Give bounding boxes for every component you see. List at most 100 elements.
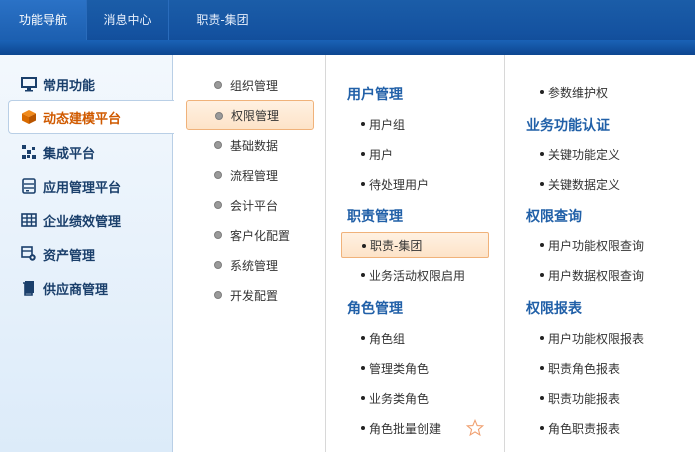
bullet-icon: [214, 81, 222, 89]
link-key-function-def[interactable]: 关键功能定义: [520, 141, 680, 167]
link-pending-user[interactable]: 待处理用户: [341, 171, 489, 197]
asset-icon: [21, 246, 37, 262]
bullet-icon: [362, 244, 366, 248]
link-label: 用户: [369, 147, 394, 162]
submenu-item-label: 基础数据: [230, 138, 279, 153]
link-label: 参数维护权: [548, 85, 609, 100]
bullet-icon: [361, 426, 365, 430]
link-label: 业务类角色: [369, 391, 430, 406]
sidebar-item-app-management[interactable]: 应用管理平台: [0, 169, 173, 203]
link-label: 用户数据权限查询: [548, 268, 645, 283]
submenu-item-label: 开发配置: [230, 288, 279, 303]
top-nav-bar: 功能导航 消息中心 职责-集团: [0, 0, 695, 55]
section-title-permission-report: 权限报表: [526, 301, 582, 317]
function-panel-left: 用户管理 用户组 用户 待处理用户 职责管理 职责-集团 业务活动权限启用 角色…: [327, 55, 505, 452]
link-user-function-permission-query[interactable]: 用户功能权限查询: [520, 232, 680, 258]
submenu-item-label: 流程管理: [230, 168, 279, 183]
submenu-item-accounting[interactable]: 会计平台: [186, 190, 314, 220]
bullet-icon: [540, 396, 544, 400]
sidebar: 常用功能 动态建模平台 集成平台 应用管理平台 企业绩效管理 资产管理 供应商管…: [0, 55, 174, 452]
bullet-icon: [361, 152, 365, 156]
link-label: 关键数据定义: [548, 177, 621, 192]
link-label: 角色组: [369, 331, 406, 346]
bullet-icon: [540, 366, 544, 370]
submenu-item-label: 会计平台: [230, 198, 279, 213]
submenu-item-permissions[interactable]: 权限管理: [186, 100, 314, 130]
link-parameter-maintenance[interactable]: 参数维护权: [520, 79, 680, 105]
function-panel-right: 参数维护权 业务功能认证 关键功能定义 关键数据定义 权限查询 用户功能权限查询…: [506, 55, 695, 452]
tab-responsibility-group[interactable]: 职责-集团: [169, 0, 276, 40]
grid-dots-icon: [21, 144, 37, 160]
sidebar-item-label: 应用管理平台: [43, 180, 122, 196]
section-title-responsibility-management: 职责管理: [347, 209, 403, 225]
sidebar-item-label: 资产管理: [43, 248, 96, 264]
link-label: 管理类角色: [369, 361, 430, 376]
bullet-icon: [361, 336, 365, 340]
section-title-permission-query: 权限查询: [526, 209, 582, 225]
sidebar-item-common[interactable]: 常用功能: [0, 67, 173, 101]
link-user-data-permission-query[interactable]: 用户数据权限查询: [520, 262, 680, 288]
sidebar-item-integration[interactable]: 集成平台: [0, 135, 173, 169]
bullet-icon: [540, 243, 544, 247]
submenu-item-label: 权限管理: [231, 108, 280, 123]
sidebar-item-label: 供应商管理: [43, 282, 109, 298]
bullet-icon: [540, 152, 544, 156]
link-label: 业务活动权限启用: [369, 268, 466, 283]
sidebar-item-label: 常用功能: [43, 78, 96, 94]
sidebar-item-performance[interactable]: 企业绩效管理: [0, 203, 173, 237]
bullet-icon: [361, 273, 365, 277]
table-icon: [21, 212, 37, 228]
submenu-item-dev-config[interactable]: 开发配置: [186, 280, 314, 310]
bullet-icon: [361, 366, 365, 370]
link-role-group[interactable]: 角色组: [341, 325, 489, 351]
server-icon: [21, 178, 37, 194]
cube-icon: [21, 109, 37, 125]
submenu-item-customization[interactable]: 客户化配置: [186, 220, 314, 250]
submenu-item-base-data[interactable]: 基础数据: [186, 130, 314, 160]
link-label: 关键功能定义: [548, 147, 621, 162]
link-responsibility-function-report[interactable]: 职责功能报表: [520, 385, 680, 411]
link-key-data-def[interactable]: 关键数据定义: [520, 171, 680, 197]
link-role-responsibility-report[interactable]: 角色职责报表: [520, 415, 680, 441]
submenu-item-workflow[interactable]: 流程管理: [186, 160, 314, 190]
link-business-role[interactable]: 业务类角色: [341, 385, 489, 411]
link-user-group[interactable]: 用户组: [341, 111, 489, 137]
bullet-icon: [540, 336, 544, 340]
submenu-item-org[interactable]: 组织管理: [186, 70, 314, 100]
link-responsibility-role-report[interactable]: 职责角色报表: [520, 355, 680, 381]
bullet-icon: [361, 182, 365, 186]
link-business-activity-permission[interactable]: 业务活动权限启用: [341, 262, 489, 288]
link-user-function-permission-report[interactable]: 用户功能权限报表: [520, 325, 680, 351]
submenu-panel: 组织管理 权限管理 基础数据 流程管理 会计平台 客户化配置 系统管理 开发配置: [174, 55, 326, 452]
bullet-icon: [540, 426, 544, 430]
link-responsibility-group[interactable]: 职责-集团: [341, 232, 489, 258]
sidebar-item-label: 动态建模平台: [43, 111, 122, 127]
submenu-item-label: 组织管理: [230, 78, 279, 93]
link-label: 角色批量创建: [369, 421, 442, 436]
link-label: 用户功能权限报表: [548, 331, 645, 346]
top-nav-tabs: 功能导航 消息中心 职责-集团: [0, 0, 276, 40]
link-admin-role[interactable]: 管理类角色: [341, 355, 489, 381]
link-label: 待处理用户: [369, 177, 430, 192]
top-nav-stripe: [0, 40, 695, 55]
tab-message-center[interactable]: 消息中心: [87, 0, 169, 40]
link-label: 用户功能权限查询: [548, 238, 645, 253]
link-user[interactable]: 用户: [341, 141, 489, 167]
bullet-icon: [361, 122, 365, 126]
sidebar-item-label: 集成平台: [43, 146, 96, 162]
submenu-item-label: 客户化配置: [230, 228, 291, 243]
bullet-icon: [214, 141, 222, 149]
section-title-role-management: 角色管理: [347, 301, 403, 317]
bullet-icon: [540, 273, 544, 277]
tab-function-navigation[interactable]: 功能导航: [0, 0, 87, 40]
bullet-icon: [540, 90, 544, 94]
bullet-icon: [361, 396, 365, 400]
sidebar-item-supplier-management[interactable]: 供应商管理: [0, 271, 173, 305]
link-label: 用户组: [369, 117, 406, 132]
bullet-icon: [214, 261, 222, 269]
favorite-star-icon[interactable]: [466, 419, 484, 437]
sidebar-item-asset-management[interactable]: 资产管理: [0, 237, 173, 271]
sidebar-item-dynamic-modeling[interactable]: 动态建模平台: [8, 100, 174, 134]
bullet-icon: [214, 231, 222, 239]
submenu-item-system[interactable]: 系统管理: [186, 250, 314, 280]
